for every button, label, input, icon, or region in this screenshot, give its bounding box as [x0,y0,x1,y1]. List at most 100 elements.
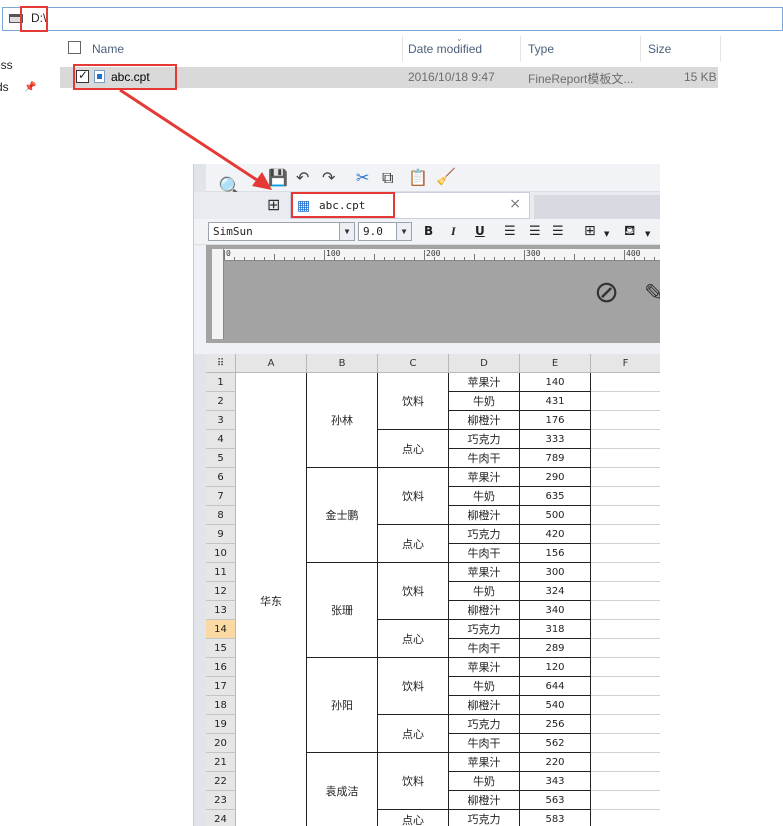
bold-button[interactable]: B [424,224,433,238]
col-name[interactable]: Name [92,42,124,56]
col-header-b[interactable]: B [307,354,378,373]
col-date-modified[interactable]: Date modified [408,42,482,56]
amount-cell[interactable]: 140 [520,373,591,392]
amount-cell[interactable]: 176 [520,411,591,430]
grid-cell[interactable] [591,677,660,696]
grid-cell[interactable] [591,449,660,468]
row-header[interactable]: 18 [206,696,236,715]
amount-cell[interactable]: 540 [520,696,591,715]
grid-cell[interactable] [591,810,660,826]
font-name-select[interactable]: SimSun ▼ [208,222,355,241]
col-header-f[interactable]: F [591,354,660,373]
category-cell[interactable]: 饮料 [378,563,449,620]
grid-cell[interactable] [591,658,660,677]
address-bar[interactable]: D:\ [2,7,783,31]
category-cell[interactable]: 饮料 [378,373,449,430]
row-header[interactable]: 19 [206,715,236,734]
row-header[interactable]: 7 [206,487,236,506]
chevron-down-icon[interactable]: ▼ [396,223,411,240]
spreadsheet-grid[interactable]: ⠿ A B C D E F 1 2 3 4 5 6 7 8 9 10 11 12 13 14 15 16 17 18 19 20 21… [206,354,660,826]
row-header[interactable]: 4 [206,430,236,449]
grid-cell[interactable] [591,430,660,449]
row-header[interactable]: 12 [206,582,236,601]
save-icon[interactable]: 💾 [268,169,288,187]
grid-cell[interactable] [591,696,660,715]
amount-cell[interactable]: 220 [520,753,591,772]
product-cell[interactable]: 牛肉干 [449,639,520,658]
product-cell[interactable]: 柳橙汁 [449,411,520,430]
category-cell[interactable]: 饮料 [378,468,449,525]
font-size-select[interactable]: 9.0 ▼ [358,222,412,241]
grid-cell[interactable] [591,772,660,791]
person-cell[interactable]: 张珊 [307,563,378,658]
person-cell[interactable]: 孙林 [307,373,378,468]
product-cell[interactable]: 牛奶 [449,392,520,411]
row-header[interactable]: 21 [206,753,236,772]
close-tab-icon[interactable]: × [509,196,521,212]
person-cell[interactable]: 金士鹏 [307,468,378,563]
grid-cell[interactable] [591,753,660,772]
select-all-checkbox[interactable] [68,41,81,54]
amount-cell[interactable]: 300 [520,563,591,582]
product-cell[interactable]: 巧克力 [449,430,520,449]
row-header[interactable]: 5 [206,449,236,468]
grid-cell[interactable] [591,544,660,563]
row-header[interactable]: 8 [206,506,236,525]
row-header[interactable]: 11 [206,563,236,582]
product-cell[interactable]: 巧克力 [449,620,520,639]
border-dropdown-icon[interactable]: ▼ [604,225,609,243]
col-size[interactable]: Size [648,42,671,56]
redo-icon[interactable]: ↷ [322,169,335,187]
grid-cell[interactable] [591,715,660,734]
amount-cell[interactable]: 644 [520,677,591,696]
grid-cell[interactable] [591,791,660,810]
product-cell[interactable]: 牛奶 [449,487,520,506]
person-cell[interactable]: 孙阳 [307,658,378,753]
person-cell[interactable]: 袁成洁 [307,753,378,826]
amount-cell[interactable]: 318 [520,620,591,639]
amount-cell[interactable]: 333 [520,430,591,449]
col-type[interactable]: Type [528,42,554,56]
product-cell[interactable]: 苹果汁 [449,373,520,392]
align-center-icon[interactable]: ☰ [529,223,541,241]
category-cell[interactable]: 点心 [378,810,449,826]
col-header-d[interactable]: D [449,354,520,373]
product-cell[interactable]: 牛肉干 [449,544,520,563]
row-header[interactable]: 2 [206,392,236,411]
grid-cell[interactable] [591,525,660,544]
col-header-e[interactable]: E [520,354,591,373]
amount-cell[interactable]: 343 [520,772,591,791]
grid-cell[interactable] [591,620,660,639]
format-painter-icon[interactable]: 🧹 [436,168,456,186]
row-header[interactable]: 15 [206,639,236,658]
row-header[interactable]: 14 [206,620,236,639]
new-report-icon[interactable]: ⊞ [267,196,280,214]
grid-cell[interactable] [591,487,660,506]
category-cell[interactable]: 点心 [378,525,449,563]
product-cell[interactable]: 苹果汁 [449,563,520,582]
category-cell[interactable]: 点心 [378,620,449,658]
row-header[interactable]: 24 [206,810,236,826]
amount-cell[interactable]: 156 [520,544,591,563]
row-header[interactable]: 13 [206,601,236,620]
col-header-a[interactable]: A [236,354,307,373]
amount-cell[interactable]: 290 [520,468,591,487]
product-cell[interactable]: 苹果汁 [449,753,520,772]
grid-cell[interactable] [591,734,660,753]
grid-cell[interactable] [591,468,660,487]
edit-pencil-icon[interactable]: ✎ [644,279,660,307]
undo-icon[interactable]: ↶ [296,169,309,187]
row-header[interactable]: 1 [206,373,236,392]
amount-cell[interactable]: 289 [520,639,591,658]
paste-icon[interactable]: 📋 [408,169,428,187]
row-header[interactable]: 6 [206,468,236,487]
select-all-corner[interactable]: ⠿ [206,354,236,373]
product-cell[interactable]: 柳橙汁 [449,601,520,620]
align-left-icon[interactable]: ☰ [504,223,516,241]
fill-dropdown-icon[interactable]: ▼ [645,225,650,243]
nav-item-downloads[interactable]: ds [0,80,9,94]
product-cell[interactable]: 柳橙汁 [449,696,520,715]
product-cell[interactable]: 柳橙汁 [449,791,520,810]
border-icon[interactable]: ⊞ [584,222,596,240]
product-cell[interactable]: 巧克力 [449,810,520,826]
